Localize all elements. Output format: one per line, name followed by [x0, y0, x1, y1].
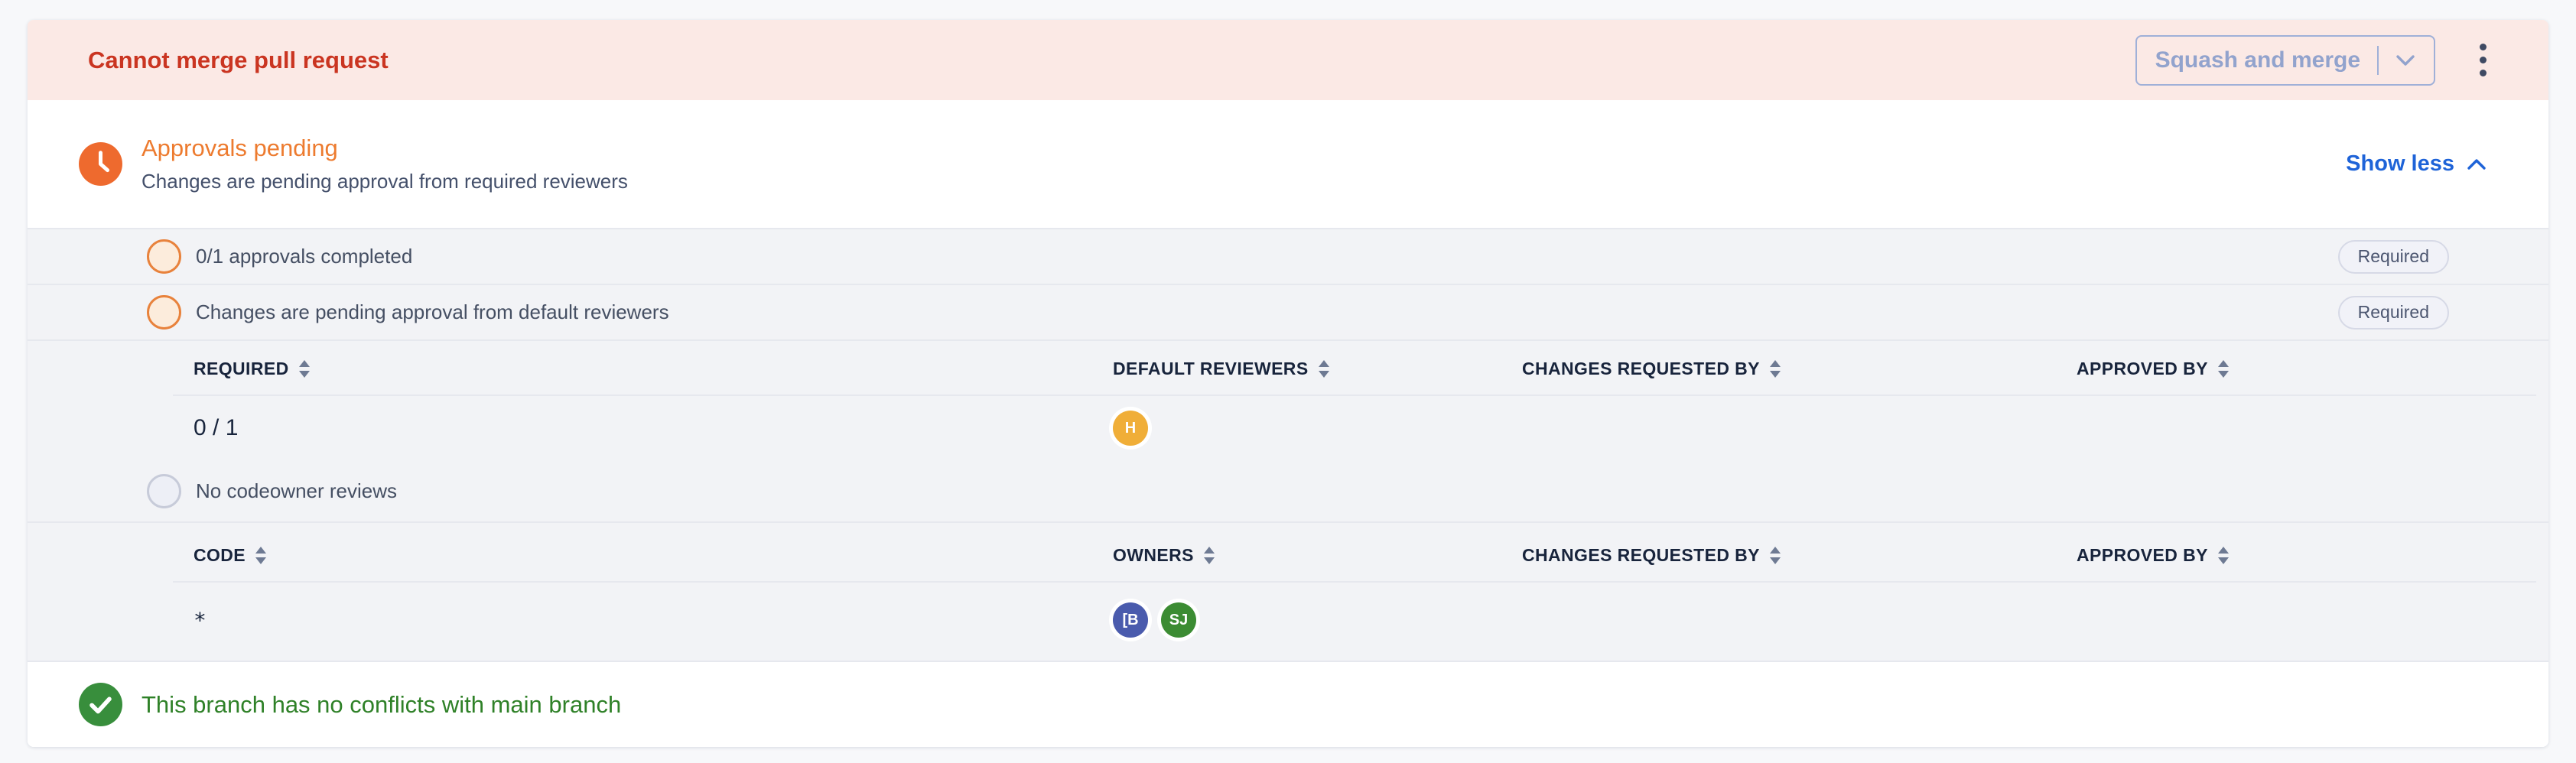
column-header-required: REQUIRED: [194, 359, 1113, 379]
column-header-approved-by: APPROVED BY: [2077, 359, 2536, 379]
column-header-label: CHANGES REQUESTED BY: [1522, 545, 1760, 566]
more-options-button[interactable]: [2466, 35, 2500, 86]
column-header-label: DEFAULT REVIEWERS: [1113, 359, 1309, 379]
column-header-approved-by: APPROVED BY: [2077, 545, 2536, 566]
merge-button-label: Squash and merge: [2155, 47, 2360, 73]
merge-panel-card: Cannot merge pull request Squash and mer…: [28, 20, 2548, 747]
column-header-owners: OWNERS: [1113, 545, 1522, 566]
sort-icon[interactable]: [255, 547, 266, 564]
neutral-circle-icon: [147, 474, 181, 508]
reviewer-avatar-h[interactable]: H: [1113, 411, 1148, 446]
pending-circle-icon: [147, 239, 181, 274]
clock-icon: [79, 142, 122, 186]
codeowner-check-row: No codeowner reviews: [28, 460, 2548, 521]
approvals-pending-title: Approvals pending: [141, 135, 628, 162]
check-label: Changes are pending approval from defaul…: [196, 300, 669, 324]
column-header-label: CODE: [194, 545, 246, 566]
kebab-dot: [2480, 70, 2487, 76]
owners-cell: [B SJ: [1113, 602, 1522, 638]
approvals-table-header: REQUIRED DEFAULT REVIEWERS CHANGES REQUE…: [28, 341, 2548, 394]
no-conflicts-row: This branch has no conflicts with main b…: [28, 661, 2548, 747]
check-label: 0/1 approvals completed: [196, 245, 412, 268]
column-header-label: APPROVED BY: [2077, 359, 2208, 379]
kebab-dot: [2480, 57, 2487, 63]
sort-icon[interactable]: [299, 360, 310, 378]
sort-icon[interactable]: [2218, 547, 2229, 564]
codeowners-table-header: CODE OWNERS CHANGES REQUESTED BY APPROVE…: [28, 523, 2548, 581]
sort-icon[interactable]: [1204, 547, 1215, 564]
squash-and-merge-button[interactable]: Squash and merge: [2135, 35, 2435, 86]
column-header-label: OWNERS: [1113, 545, 1194, 566]
check-label: No codeowner reviews: [196, 479, 397, 503]
required-badge: Required: [2338, 240, 2449, 274]
success-check-icon: [79, 683, 122, 726]
show-less-label: Show less: [2346, 151, 2454, 177]
code-pattern-value: *: [194, 608, 207, 633]
column-header-label: APPROVED BY: [2077, 545, 2208, 566]
owner-avatar-ib[interactable]: [B: [1113, 602, 1148, 638]
default-reviewers-check-row: Changes are pending approval from defaul…: [28, 285, 2548, 339]
button-divider: [2377, 46, 2379, 75]
merge-checks-area: 0/1 approvals completed Required Changes…: [28, 229, 2548, 661]
approvals-count-check-row: 0/1 approvals completed Required: [28, 229, 2548, 284]
sort-icon[interactable]: [1319, 360, 1329, 378]
required-count-cell: 0 / 1: [194, 415, 1113, 441]
code-pattern-cell: *: [194, 608, 1113, 633]
column-header-label: CHANGES REQUESTED BY: [1522, 359, 1760, 379]
chevron-down-icon[interactable]: [2395, 54, 2415, 67]
approvals-table-row: 0 / 1 H: [28, 396, 2548, 460]
column-header-default-reviewers: DEFAULT REVIEWERS: [1113, 359, 1522, 379]
banner-title: Cannot merge pull request: [88, 47, 389, 74]
no-conflicts-message: This branch has no conflicts with main b…: [141, 691, 621, 719]
approvals-pending-header: Approvals pending Changes are pending ap…: [28, 100, 2548, 229]
column-header-label: REQUIRED: [194, 359, 289, 379]
show-less-link[interactable]: Show less: [2346, 151, 2487, 177]
sort-icon[interactable]: [2218, 360, 2229, 378]
codeowners-table-row: * [B SJ: [28, 583, 2548, 657]
pending-circle-icon: [147, 295, 181, 330]
sort-icon[interactable]: [1770, 547, 1781, 564]
column-header-changes-requested-by: CHANGES REQUESTED BY: [1522, 359, 2077, 379]
approvals-count-value: 0 / 1: [194, 415, 238, 441]
required-badge: Required: [2338, 296, 2449, 330]
kebab-dot: [2480, 44, 2487, 50]
status-texts: Approvals pending Changes are pending ap…: [141, 135, 628, 193]
approvals-pending-subtitle: Changes are pending approval from requir…: [141, 170, 628, 193]
chevron-up-icon: [2466, 157, 2487, 171]
sort-icon[interactable]: [1770, 360, 1781, 378]
column-header-changes-requested-by: CHANGES REQUESTED BY: [1522, 545, 2077, 566]
column-header-code: CODE: [194, 545, 1113, 566]
cannot-merge-banner: Cannot merge pull request Squash and mer…: [28, 20, 2548, 100]
owner-avatar-sj[interactable]: SJ: [1161, 602, 1196, 638]
default-reviewers-cell: H: [1113, 411, 1522, 446]
